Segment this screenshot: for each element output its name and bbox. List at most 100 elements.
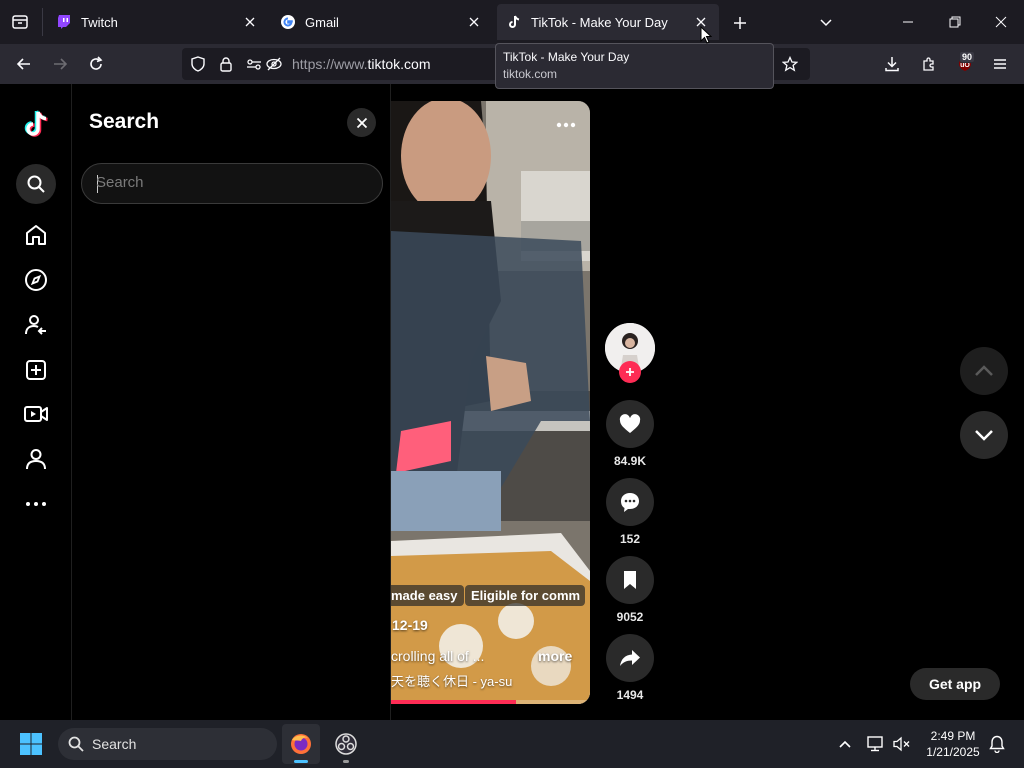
back-button[interactable]	[12, 52, 36, 76]
comment-icon	[621, 493, 639, 512]
url-prefix: https://www.	[292, 56, 368, 72]
nav-profile[interactable]	[16, 439, 56, 479]
tiktok-logo[interactable]	[16, 104, 56, 144]
nav-explore[interactable]	[16, 260, 56, 300]
firefox-view-button[interactable]	[8, 11, 32, 33]
explore-icon	[25, 269, 47, 291]
nav-search[interactable]	[16, 164, 56, 204]
share-button[interactable]	[606, 634, 654, 682]
live-icon	[24, 406, 48, 422]
bookmark-star-button[interactable]	[778, 52, 802, 76]
downloads-button[interactable]	[880, 52, 904, 76]
tab-twitch[interactable]: Twitch	[46, 0, 268, 44]
save-count: 9052	[616, 610, 644, 624]
list-all-tabs-button[interactable]	[814, 11, 838, 33]
permissions-icon[interactable]	[246, 56, 262, 72]
eligible-tag[interactable]: Eligible for comm	[465, 585, 585, 606]
reload-icon	[90, 56, 103, 70]
like-count: 84.9K	[613, 454, 647, 468]
clock-date: 1/21/2025	[926, 745, 980, 759]
nav-live[interactable]	[16, 394, 56, 434]
notifications-button[interactable]	[986, 732, 1008, 756]
video-music[interactable]: 天を聴く休日 - ya-su	[391, 671, 512, 690]
arrow-left-icon	[16, 58, 30, 70]
obs-taskbar-button[interactable]	[327, 724, 365, 764]
tiktok-icon	[509, 15, 520, 28]
video-tag[interactable]: made easy	[391, 585, 464, 606]
forward-button[interactable]	[48, 52, 72, 76]
download-icon	[885, 57, 899, 72]
shield-icon[interactable]	[190, 56, 206, 72]
profile-icon	[26, 449, 46, 470]
url-text[interactable]: https://www.tiktok.com	[292, 56, 430, 72]
show-hidden-icons-button[interactable]	[834, 732, 856, 756]
puzzle-icon	[923, 57, 934, 71]
video-caption: crolling all of ...	[391, 648, 485, 664]
video-date: 12-19	[392, 617, 428, 633]
firefox-taskbar-button[interactable]	[282, 724, 320, 764]
nav-home[interactable]	[16, 215, 56, 255]
new-tab-button[interactable]	[728, 11, 752, 35]
firefox-icon	[291, 734, 311, 754]
volume-icon-button[interactable]	[891, 732, 913, 756]
reload-button[interactable]	[84, 52, 108, 76]
search-input[interactable]	[96, 174, 366, 191]
app-menu-button[interactable]	[988, 52, 1012, 76]
nav-upload[interactable]	[16, 350, 56, 390]
close-tab-icon[interactable]	[242, 14, 258, 30]
network-icon-button[interactable]	[865, 732, 887, 756]
tab-gmail[interactable]: Gmail	[270, 0, 492, 44]
following-icon	[25, 315, 46, 335]
speaker-muted-icon	[893, 736, 910, 752]
get-app-button[interactable]: Get app	[910, 668, 1000, 700]
video-player[interactable]: made easy Eligible for comm 12-19 crolli…	[391, 101, 590, 704]
tab-title: Gmail	[305, 14, 339, 30]
plus-icon	[734, 17, 746, 29]
nav-more[interactable]	[16, 484, 56, 524]
previous-video-button[interactable]	[960, 347, 1008, 395]
close-search-button[interactable]	[347, 108, 376, 137]
twitch-icon	[58, 15, 70, 29]
home-icon	[26, 225, 46, 245]
lock-icon[interactable]	[218, 56, 234, 72]
like-button[interactable]	[606, 400, 654, 448]
comment-count: 152	[619, 532, 641, 546]
arrow-right-icon	[54, 58, 68, 70]
minimize-button[interactable]	[896, 11, 920, 33]
taskbar-search-label: Search	[92, 736, 137, 752]
bookmark-icon	[624, 571, 636, 589]
next-video-button[interactable]	[960, 411, 1008, 459]
obs-icon	[335, 733, 357, 755]
video-more-options-icon[interactable]	[556, 121, 576, 129]
close-tab-icon[interactable]	[466, 14, 482, 30]
plus-icon	[626, 368, 634, 376]
restore-button[interactable]	[943, 11, 967, 33]
more-icon	[26, 502, 46, 506]
tiktok-logo-icon	[24, 110, 48, 137]
system-clock[interactable]: 2:49 PM 1/21/2025	[918, 728, 988, 760]
chevron-up-icon	[839, 740, 851, 748]
extension-badge: 90	[959, 51, 976, 63]
start-button[interactable]	[16, 730, 46, 758]
save-button[interactable]	[606, 556, 654, 604]
comment-button[interactable]	[606, 478, 654, 526]
search-panel: Search	[72, 84, 391, 720]
search-box[interactable]	[81, 163, 383, 204]
taskbar-search[interactable]: Search	[58, 728, 277, 760]
firefox-view-icon	[12, 15, 28, 29]
close-window-button[interactable]	[989, 11, 1013, 33]
search-icon	[68, 736, 84, 752]
caption-more-button[interactable]: more	[538, 648, 572, 664]
tracking-blocked-icon[interactable]	[266, 56, 282, 72]
tab-tiktok[interactable]: TikTok - Make Your Day	[497, 4, 719, 40]
follow-button[interactable]	[619, 361, 641, 383]
extensions-button[interactable]	[917, 52, 941, 76]
close-icon	[356, 117, 367, 128]
share-icon	[620, 650, 640, 666]
search-panel-title: Search	[89, 110, 160, 133]
video-progress-bar[interactable]	[391, 700, 590, 704]
clock-time: 2:49 PM	[930, 729, 976, 743]
windows-taskbar: Search 2:49 PM 1/21/2025	[0, 720, 1024, 768]
nav-following[interactable]	[16, 305, 56, 345]
star-icon	[782, 56, 798, 72]
